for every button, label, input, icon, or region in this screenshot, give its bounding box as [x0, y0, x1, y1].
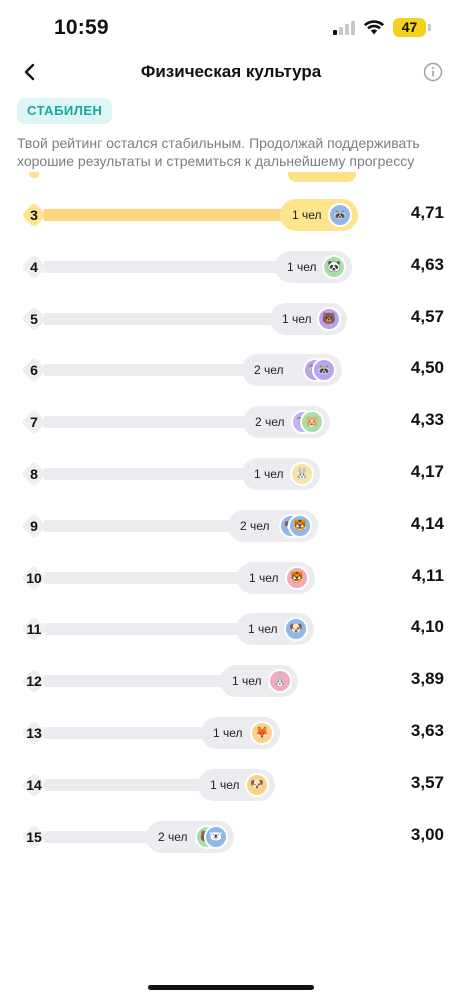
rating-bar	[44, 623, 246, 636]
rating-row[interactable]: 13 1 чел 🦊 3,63	[0, 715, 462, 755]
count-pill: 1 чел 🦝	[280, 199, 358, 231]
rating-bar	[44, 571, 247, 584]
count-pill: 1 чел 🐰	[242, 458, 320, 490]
rating-score: 3,89	[410, 669, 444, 689]
rating-score: 4,10	[410, 617, 444, 637]
rating-bar	[44, 364, 252, 377]
rating-row[interactable]: 31 чел 🦝 4,71	[0, 197, 462, 237]
rating-row[interactable]: 11 1 чел 🐶 4,10	[0, 611, 462, 651]
rating-score: 4,33	[410, 410, 444, 430]
people-count: 1 чел	[282, 311, 312, 326]
people-count: 2 чел	[240, 518, 270, 533]
rating-list: 31 чел🦝4,7141 чел🐼4,6351 чел🐻4,5762 чел🐨…	[0, 0, 462, 1000]
rating-row[interactable]: 92 чел🐶🐯4,14	[0, 508, 462, 548]
panda-avatar: 🐼	[322, 254, 346, 279]
count-pill: 2 чел🐻🐻‍❄️	[146, 820, 234, 853]
people-count: 2 чел	[254, 363, 284, 378]
rating-score: 4,17	[410, 462, 444, 481]
count-pill: 2 чел🐨🐹	[243, 406, 330, 439]
rating-score: 3,00	[410, 824, 444, 844]
rating-row[interactable]: 14 1 чел 🐶 3,57	[0, 767, 462, 807]
count-pill: 1 чел 🐶	[236, 613, 314, 646]
rating-row[interactable]: 51 чел 🐻 4,57	[0, 301, 462, 341]
people-count: 1 чел	[254, 467, 284, 481]
rating-bar	[44, 830, 156, 843]
count-pill: 1 чел 🐼	[275, 250, 352, 283]
rating-row[interactable]: 72 чел🐨🐹4,33	[0, 404, 462, 444]
rating-row[interactable]: 41 чел 🐼 4,63	[0, 249, 462, 289]
rating-bar	[44, 416, 253, 429]
count-pill: 1 чел 🦊	[201, 717, 280, 749]
count-pill: 1 чел 🐯	[237, 561, 315, 594]
people-count: 2 чел	[255, 415, 285, 430]
rabbit-avatar: 🐰	[290, 462, 314, 486]
count-pill: 1 чел 🐶	[198, 768, 275, 801]
rating-bar	[44, 209, 290, 221]
people-count: 1 чел	[232, 674, 262, 689]
rating-bar	[44, 519, 238, 532]
people-count: 1 чел	[210, 777, 240, 792]
people-count: 1 чел	[249, 570, 279, 585]
rating-score: 4,11	[411, 565, 444, 585]
rating-score: 4,63	[410, 254, 444, 274]
tiger-avatar: 🐯	[288, 513, 312, 538]
count-pill: 1 чел 🐻	[270, 302, 347, 335]
rating-row[interactable]: 12 1 чел 🐰 3,89	[0, 663, 462, 703]
rating-row[interactable]: 81 чел 🐰 4,17	[0, 456, 462, 496]
count-pill: 1 чел 🐰	[220, 665, 298, 698]
bear-avatar: 🐻	[317, 306, 341, 331]
people-count: 1 чел	[248, 622, 278, 637]
rating-score: 4,14	[410, 513, 444, 533]
rating-score: 4,50	[410, 358, 444, 378]
people-count: 1 чел	[292, 208, 322, 222]
people-count: 1 чел	[287, 259, 317, 274]
rating-score: 4,71	[410, 203, 444, 222]
rating-score: 3,57	[410, 772, 444, 792]
rating-bar	[44, 312, 280, 325]
raccoon-avatar: 🦝	[328, 203, 352, 227]
fox-avatar: 🦊	[250, 721, 274, 745]
rating-bar	[44, 727, 211, 739]
dog-avatar: 🐶	[245, 772, 269, 797]
rating-bar	[44, 675, 230, 688]
raccoon-avatar: 🦝	[312, 358, 336, 383]
dog-avatar: 🐶	[284, 617, 308, 642]
rating-bar	[44, 778, 208, 791]
rating-row[interactable]: 152 чел🐻🐻‍❄️3,00	[0, 819, 462, 859]
count-pill: 2 чел🐶🐯	[228, 509, 318, 542]
rating-row[interactable]: 10 1 чел 🐯 4,11	[0, 560, 462, 600]
home-indicator	[148, 985, 314, 990]
rating-bar	[44, 260, 285, 273]
rating-row[interactable]: 62 чел🐨🦝4,50	[0, 352, 462, 392]
rating-score: 4,57	[410, 306, 444, 326]
people-count: 2 чел	[158, 829, 188, 844]
tiger-avatar: 🐯	[285, 565, 309, 590]
people-count: 1 чел	[213, 726, 243, 740]
hamster-avatar: 🐹	[300, 410, 324, 435]
count-pill: 2 чел🐨🦝	[242, 354, 342, 387]
bear-avatar: 🐻‍❄️	[204, 824, 228, 849]
rabbit-avatar: 🐰	[268, 669, 292, 694]
rating-bar	[44, 468, 252, 480]
rating-score: 3,63	[410, 721, 444, 740]
